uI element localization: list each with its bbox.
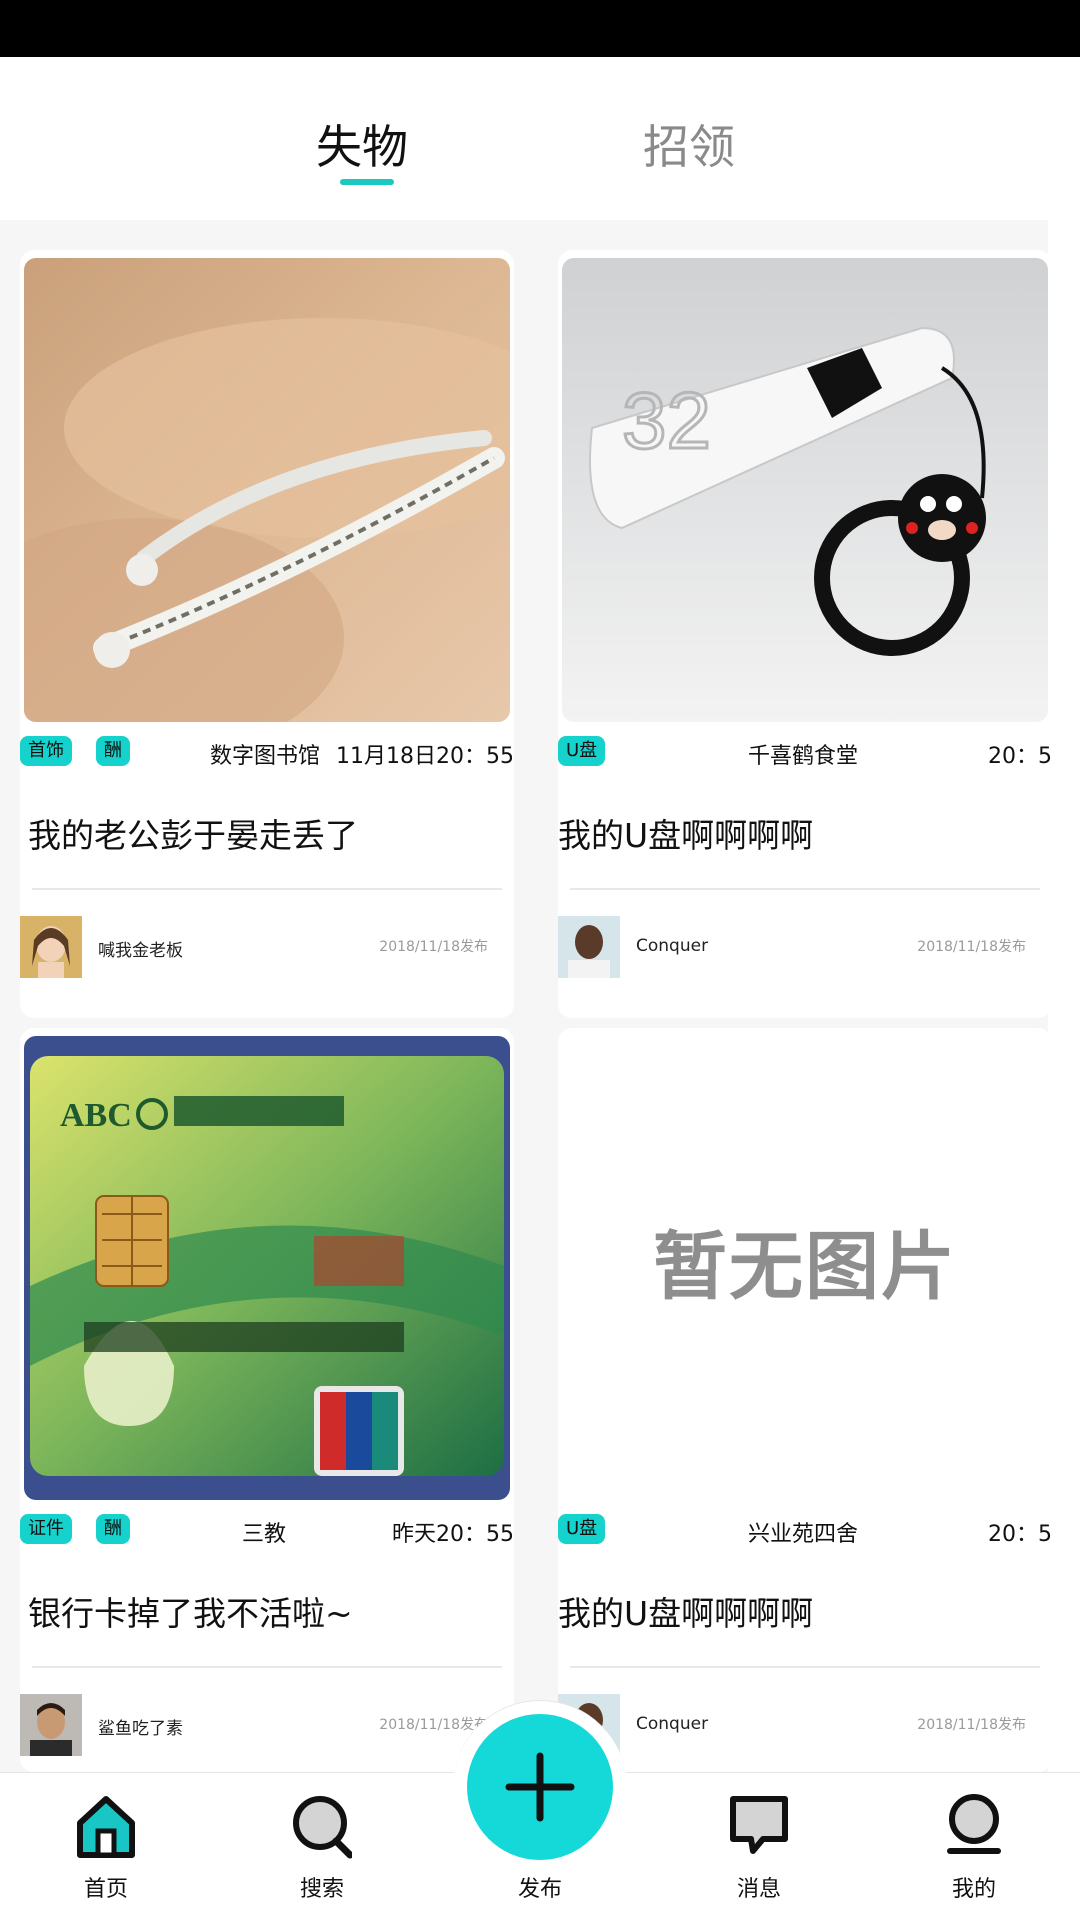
post-date: 2018/11/18发布	[917, 939, 1026, 955]
tab-found[interactable]: 招领	[643, 119, 735, 175]
user-name: 喊我金老板	[98, 941, 183, 961]
divider	[570, 888, 1040, 890]
nav-messages[interactable]: 消息	[699, 1773, 819, 1920]
item-card[interactable]: 暂无图片 U盘 兴业苑四舍 20：55 我的U盘啊啊啊啊 Conquer 201…	[558, 1028, 1052, 1772]
user-name: Conquer	[636, 1714, 709, 1734]
time-text: 昨天20：55	[392, 1522, 514, 1547]
publish-button[interactable]	[467, 1714, 613, 1860]
item-title: 银行卡掉了我不活啦~	[28, 1594, 353, 1633]
item-card[interactable]: ABC 证件 酬 三教 昨天20：55 银行卡掉了我不活啦~ 鲨鱼吃了素 201…	[20, 1028, 514, 1772]
profile-icon	[947, 1794, 1001, 1854]
item-card[interactable]: 32 U盘 千喜鹤食堂 20：55 我的U盘啊啊啊啊	[558, 250, 1052, 1018]
status-bar	[0, 0, 1080, 57]
item-photo-bracelet	[24, 258, 510, 722]
svg-text:32: 32	[622, 376, 711, 465]
divider	[32, 1666, 502, 1668]
home-icon	[77, 1796, 135, 1858]
top-tabs: 失物 招领	[0, 57, 1080, 220]
location-text: 数字图书馆	[210, 744, 321, 769]
plus-icon	[505, 1752, 575, 1822]
nav-home[interactable]: 首页	[46, 1773, 166, 1920]
item-meta: 首饰 酬 数字图书馆 11月18日20：55	[20, 736, 514, 770]
no-image-placeholder: 暂无图片	[653, 1223, 957, 1310]
item-meta: 证件 酬 三教 昨天20：55	[20, 1514, 514, 1548]
divider	[570, 1666, 1040, 1668]
search-icon	[293, 1796, 352, 1859]
nav-publish-label: 发布	[517, 1877, 562, 1902]
avatar[interactable]	[20, 916, 82, 978]
time-text: 11月18日20：55	[336, 744, 514, 769]
divider	[32, 888, 502, 890]
tab-active-indicator	[340, 179, 394, 185]
category-tag: U盘	[558, 1514, 606, 1544]
item-meta: U盘 千喜鹤食堂 20：55	[558, 736, 1052, 770]
reward-tag: 酬	[96, 1514, 130, 1544]
item-title: 我的老公彭于晏走丢了	[28, 816, 358, 855]
time-text: 20：55	[988, 1522, 1052, 1547]
post-date: 2018/11/18发布	[917, 1717, 1026, 1733]
reward-tag: 酬	[96, 736, 130, 766]
nav-mine-label: 我的	[951, 1877, 996, 1902]
location-text: 兴业苑四舍	[748, 1522, 859, 1547]
user-name: Conquer	[636, 936, 709, 956]
location-text: 三教	[242, 1522, 287, 1547]
avatar[interactable]	[20, 1694, 82, 1756]
location-text: 千喜鹤食堂	[748, 744, 859, 769]
time-text: 20：55	[988, 744, 1052, 769]
tab-lost[interactable]: 失物	[316, 119, 408, 175]
category-tag: U盘	[558, 736, 606, 766]
nav-messages-label: 消息	[736, 1877, 781, 1902]
item-title: 我的U盘啊啊啊啊	[558, 816, 814, 855]
nav-search-label: 搜索	[299, 1877, 344, 1902]
svg-text:ABC: ABC	[60, 1097, 132, 1134]
category-tag: 证件	[20, 1514, 72, 1544]
item-photo-usb-drive: 32	[562, 258, 1048, 722]
nav-home-label: 首页	[83, 1877, 128, 1902]
nav-search[interactable]: 搜索	[262, 1773, 382, 1920]
item-card[interactable]: 首饰 酬 数字图书馆 11月18日20：55 我的老公彭于晏走丢了 喊我金老板 …	[20, 250, 514, 1018]
item-photo-bank-card: ABC	[24, 1036, 510, 1500]
lost-items-feed: 首饰 酬 数字图书馆 11月18日20：55 我的老公彭于晏走丢了 喊我金老板 …	[0, 220, 1052, 1772]
avatar[interactable]	[558, 916, 620, 978]
message-icon	[730, 1796, 788, 1854]
category-tag: 首饰	[20, 736, 72, 766]
post-date: 2018/11/18发布	[379, 939, 488, 955]
nav-mine[interactable]: 我的	[914, 1773, 1034, 1920]
item-title: 我的U盘啊啊啊啊	[558, 1594, 814, 1633]
user-name: 鲨鱼吃了素	[98, 1719, 183, 1739]
item-meta: U盘 兴业苑四舍 20：55	[558, 1514, 1052, 1548]
